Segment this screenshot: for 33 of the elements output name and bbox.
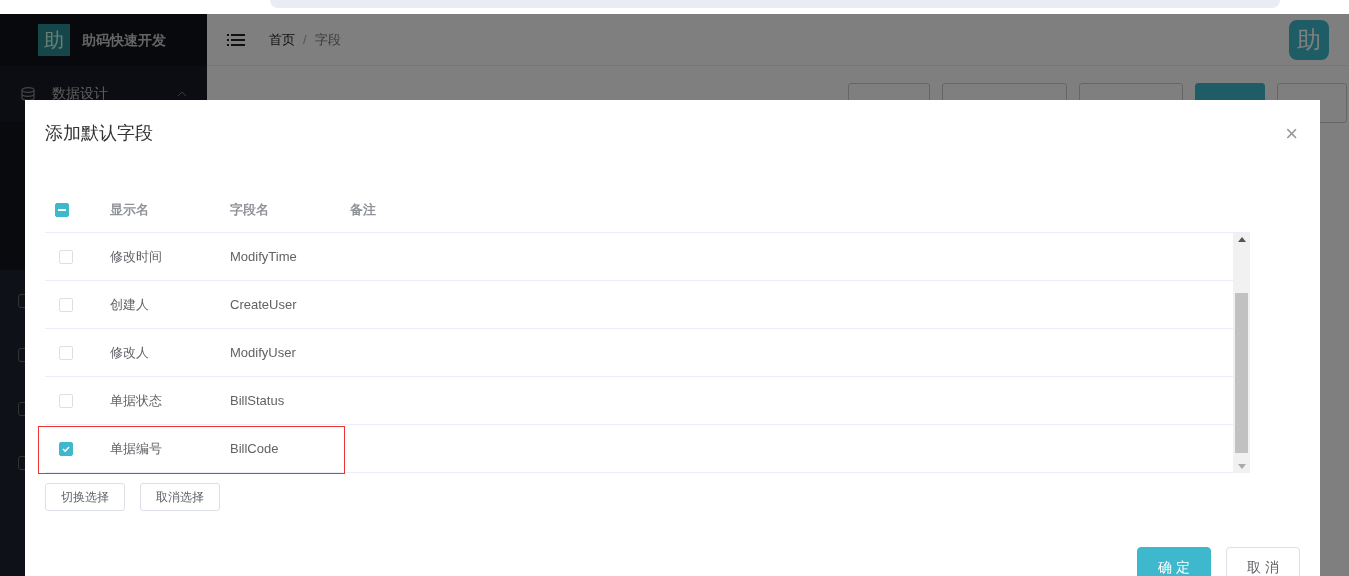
table-row[interactable]: 修改人 ModifyUser xyxy=(45,329,1233,377)
table-cell-text: ModifyTime xyxy=(230,247,298,266)
table-row[interactable]: 修改时间 ModifyTime xyxy=(45,233,1233,281)
table-cell-text: 修改时间 xyxy=(110,247,163,266)
table-cell-text: BillCode xyxy=(230,439,280,458)
table-row[interactable]: 创建人 CreateUser xyxy=(45,281,1233,329)
column-header: 备注 xyxy=(350,200,376,219)
action-button[interactable]: 切换选择 xyxy=(45,483,125,511)
table-cell-text: 单据编号 xyxy=(110,439,163,458)
app-name: 助码快速开发 xyxy=(82,30,166,50)
action-button[interactable]: 取消选择 xyxy=(140,483,220,511)
table-row[interactable]: 单据状态 BillStatus xyxy=(45,377,1233,425)
checkbox[interactable] xyxy=(59,441,73,456)
table-cell-text: 创建人 xyxy=(110,295,150,314)
checkbox[interactable] xyxy=(55,202,69,217)
table-cell-text: 单据状态 xyxy=(110,391,163,410)
scroll-up-icon[interactable] xyxy=(1237,237,1246,242)
cancel-button[interactable]: 取 消 xyxy=(1226,547,1300,576)
breadcrumb-item[interactable]: 首页 xyxy=(269,29,295,50)
scrollbar[interactable] xyxy=(1233,233,1250,473)
breadcrumb-separator: / xyxy=(303,30,307,49)
table-cell-text: ModifyUser xyxy=(230,343,297,362)
logo: 助 xyxy=(38,24,70,56)
dialog-title: 添加默认字段 xyxy=(45,122,153,145)
column-header: 字段名 xyxy=(230,200,270,219)
scroll-down-icon[interactable] xyxy=(1237,464,1246,469)
table-cell-text: CreateUser xyxy=(230,295,298,314)
database-icon xyxy=(20,85,36,102)
table-cell-text: 修改人 xyxy=(110,343,150,362)
menu-icon[interactable] xyxy=(227,32,245,47)
column-header: 显示名 xyxy=(110,200,150,219)
table-cell-text: BillStatus xyxy=(230,391,286,410)
chevron-icon xyxy=(177,90,187,97)
